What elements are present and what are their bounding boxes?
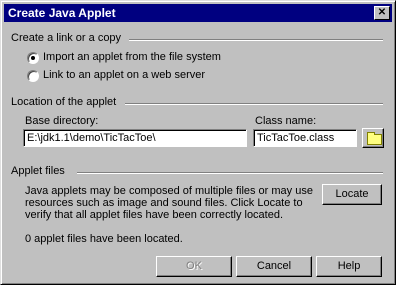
radio-link-button[interactable] xyxy=(27,70,39,82)
files-group-label: Applet files xyxy=(11,165,65,177)
base-directory-value: E:\jdk1.1\demo\TicTacToe\ xyxy=(27,132,156,144)
help-button-label: Help xyxy=(337,260,361,272)
cancel-button-label: Cancel xyxy=(256,260,292,272)
location-group-divider xyxy=(125,103,383,105)
class-name-input[interactable]: TicTacToe.class xyxy=(253,129,357,147)
create-java-applet-dialog: Create Java Applet ✕ Create a link or a … xyxy=(0,0,396,285)
radio-import-label: Import an applet from the file system xyxy=(43,51,221,63)
files-group-divider xyxy=(77,172,383,174)
class-name-value: TicTacToe.class xyxy=(257,132,335,144)
window-title: Create Java Applet xyxy=(8,6,116,20)
close-icon: ✕ xyxy=(377,7,387,18)
title-bar[interactable]: Create Java Applet ✕ xyxy=(4,4,392,22)
base-directory-input[interactable]: E:\jdk1.1\demo\TicTacToe\ xyxy=(23,129,247,147)
cancel-button[interactable]: Cancel xyxy=(236,256,312,277)
class-name-label: Class name: xyxy=(255,115,317,127)
locate-button-label: Locate xyxy=(335,188,369,200)
browse-folder-button[interactable] xyxy=(362,128,384,148)
files-description: Java applets may be composed of multiple… xyxy=(25,185,313,221)
radio-selected-dot xyxy=(31,56,35,60)
locate-button[interactable]: Locate xyxy=(322,184,382,205)
folder-icon xyxy=(367,132,382,145)
ok-button-label: OK xyxy=(186,260,202,272)
help-button[interactable]: Help xyxy=(316,256,382,277)
radio-link-label: Link to an applet on a web server xyxy=(43,69,206,81)
link-group-label: Create a link or a copy xyxy=(11,32,122,44)
radio-import-button[interactable] xyxy=(27,52,39,64)
located-files-status: 0 applet files have been located. xyxy=(25,233,183,245)
link-group-divider xyxy=(129,39,383,41)
ok-button[interactable]: OK xyxy=(156,256,232,277)
location-group-label: Location of the applet xyxy=(11,96,117,108)
base-directory-label: Base directory: xyxy=(25,115,99,127)
close-button[interactable]: ✕ xyxy=(374,6,390,20)
